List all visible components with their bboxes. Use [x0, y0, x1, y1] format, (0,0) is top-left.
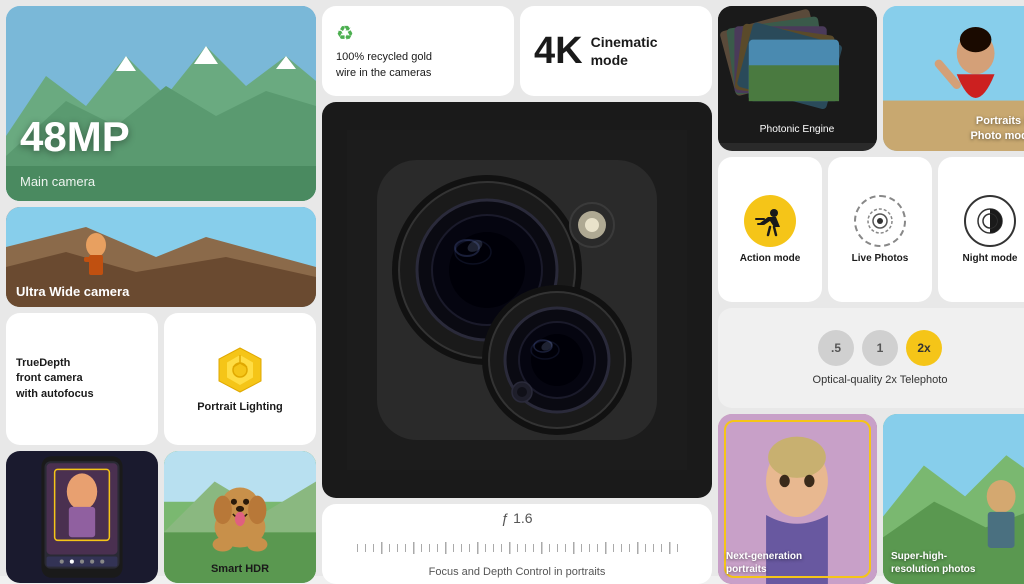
next-gen-label: Next-generationportraits [726, 550, 802, 576]
zoom-1-btn[interactable]: 1 [862, 330, 898, 366]
live-photos-label: Live Photos [852, 253, 909, 264]
card-recycled: ♻ 100% recycled goldwire in the cameras [322, 6, 514, 96]
ultrawide-label: Ultra Wide camera [16, 284, 129, 299]
telephoto-label: Optical-quality 2x Telephoto [813, 374, 948, 386]
card-super-res: Super-high-resolution photos [883, 414, 1024, 584]
modes-row: Action mode Live Photos [718, 157, 1024, 302]
right-column: Photonic Engine Portra [718, 6, 1024, 584]
action-mode-label: Action mode [740, 253, 801, 264]
card-focus: ƒ 1.6 [322, 504, 712, 584]
card-ultrawide: Ultra Wide camera [6, 207, 316, 307]
card-camera-main [322, 102, 712, 498]
truedepth-label: TrueDepthfront camerawith autofocus [16, 356, 148, 402]
zoom-buttons: .5 1 2x [818, 330, 942, 366]
middle-column: ♻ 100% recycled goldwire in the cameras … [322, 6, 712, 584]
4k-label: 4K [534, 30, 583, 73]
top-features: ♻ 100% recycled goldwire in the cameras … [322, 6, 712, 96]
portrait-lighting-label: Portrait Lighting [197, 401, 283, 413]
card-telephoto: .5 1 2x Optical-quality 2x Telephoto [718, 308, 1024, 408]
card-48mp: 48MP Main camera [6, 6, 316, 201]
aperture-value: ƒ 1.6 [501, 510, 532, 526]
bottom-left-grid: TrueDepthfront camerawith autofocus Port… [6, 313, 316, 583]
card-phone [6, 451, 158, 583]
card-night-mode: Night mode [938, 157, 1024, 302]
action-mode-icon [744, 195, 796, 247]
card-truedepth: TrueDepthfront camerawith autofocus [6, 313, 158, 445]
smart-hdr-label: Smart HDR [164, 563, 316, 575]
recycle-icon: ♻ [336, 21, 500, 46]
photonic-row: Photonic Engine Portra [718, 6, 1024, 151]
cinematic-label: Cinematicmode [591, 33, 658, 69]
main-camera-label: Main camera [20, 174, 95, 189]
night-mode-icon [964, 195, 1016, 247]
card-action-mode: Action mode [718, 157, 822, 302]
focus-label: Focus and Depth Control in portraits [429, 566, 606, 578]
live-photos-icon [854, 195, 906, 247]
night-mode-label: Night mode [963, 253, 1018, 264]
focus-ticks [347, 538, 687, 558]
super-res-label: Super-high-resolution photos [891, 550, 975, 576]
left-column: 48MP Main camera Ultra Wide camera Tru [6, 6, 316, 584]
card-photonic-engine: Photonic Engine [718, 6, 877, 151]
recycled-label: 100% recycled goldwire in the cameras [336, 50, 500, 81]
bottom-photos-row: Next-generationportraits Super-high-reso… [718, 414, 1024, 584]
portraits-photo-label: Portraits inPhoto mode [970, 114, 1024, 143]
hexagon-icon [215, 345, 265, 395]
card-portrait-lighting: Portrait Lighting [164, 313, 316, 445]
card-next-gen-portraits: Next-generationportraits [718, 414, 877, 584]
zoom-2x-btn[interactable]: 2x [906, 330, 942, 366]
zoom-05-btn[interactable]: .5 [818, 330, 854, 366]
card-smart-hdr: Smart HDR [164, 451, 316, 583]
mp-label: 48MP [20, 113, 130, 161]
card-4k: 4K Cinematicmode [520, 6, 712, 96]
svg-text:Photonic Engine: Photonic Engine [760, 124, 835, 135]
main-container: 48MP Main camera Ultra Wide camera Tru [0, 0, 1024, 576]
card-live-photos: Live Photos [828, 157, 932, 302]
camera-lens-svg [347, 130, 687, 470]
card-portraits-photo-mode: Portraits inPhoto mode [883, 6, 1024, 151]
